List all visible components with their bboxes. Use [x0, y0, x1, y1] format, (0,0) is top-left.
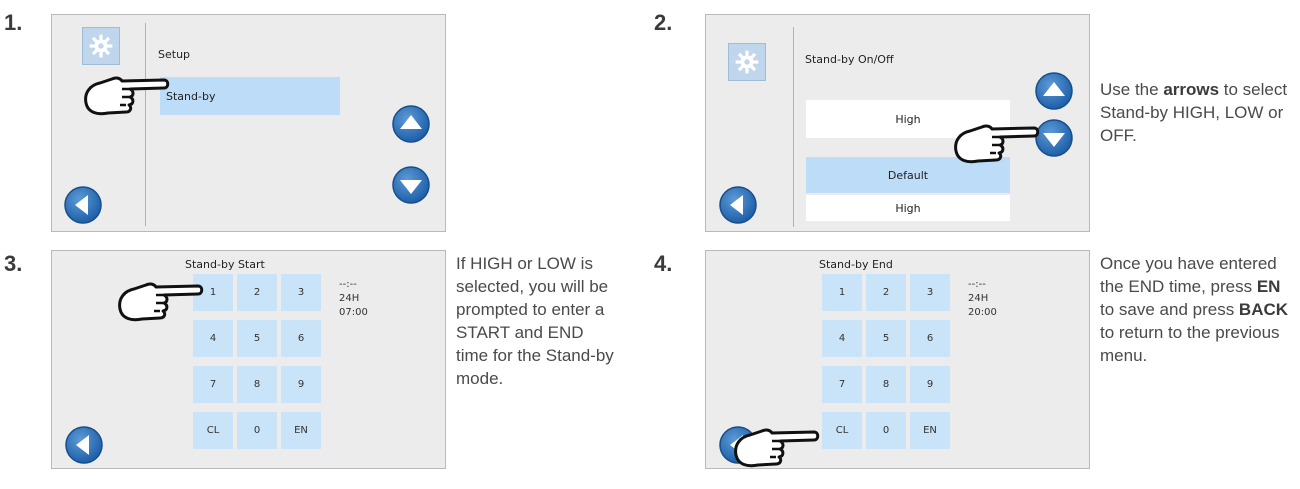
back-arrow-icon[interactable]	[63, 185, 103, 225]
default-value-row: High	[806, 195, 1010, 221]
keypad-key[interactable]: 0	[237, 412, 277, 449]
divider	[145, 23, 146, 226]
desc-text: to save and press	[1100, 300, 1239, 319]
screen-setup: Setup Stand-by	[51, 14, 446, 232]
arrow-down-icon[interactable]	[1034, 118, 1074, 158]
time-display: --:-- 24H 07:00	[339, 278, 368, 320]
back-arrow-icon[interactable]	[64, 425, 104, 465]
time-value: 20:00	[968, 307, 997, 318]
pointing-hand-icon	[80, 63, 170, 123]
step-number: 1.	[4, 10, 23, 35]
keypad-key[interactable]: 6	[910, 320, 950, 357]
keypad-key[interactable]: 8	[866, 366, 906, 403]
desc-text: Use the	[1100, 80, 1164, 99]
menu-item-label: Stand-by	[166, 89, 216, 103]
keypad-key[interactable]: EN	[910, 412, 950, 449]
step-number: 2.	[654, 10, 673, 35]
desc-text: to return to the previous menu.	[1100, 323, 1280, 365]
keypad-key[interactable]: 6	[281, 320, 321, 357]
menu-heading: Setup	[158, 48, 191, 61]
keypad-key[interactable]: 9	[281, 366, 321, 403]
step2-description: Use the arrows to select Stand-by HIGH, …	[1100, 78, 1296, 147]
keypad-key[interactable]: 5	[237, 320, 277, 357]
arrow-down-icon[interactable]	[391, 165, 431, 205]
pointing-hand-icon	[950, 111, 1040, 171]
keypad-key[interactable]: 2	[866, 274, 906, 311]
keypad-key[interactable]: CL	[193, 412, 233, 449]
time-placeholder: --:--	[339, 279, 357, 290]
keypad-key[interactable]: 4	[822, 320, 862, 357]
time-display: --:-- 24H 20:00	[968, 278, 997, 320]
keypad-key[interactable]: 3	[281, 274, 321, 311]
back-arrow-icon[interactable]	[718, 185, 758, 225]
value-label: High	[895, 112, 921, 126]
keypad-key[interactable]: 8	[237, 366, 277, 403]
menu-item-standby[interactable]: Stand-by	[160, 77, 340, 115]
keypad-key[interactable]: 5	[866, 320, 906, 357]
step4-description: Once you have entered the END time, pres…	[1100, 252, 1290, 367]
menu-heading: Stand-by On/Off	[805, 53, 894, 66]
screen-standby-onoff: Stand-by On/Off High Default High	[705, 14, 1090, 232]
time-placeholder: --:--	[968, 279, 986, 290]
screen-standby-start: Stand-by Start 1 2 3 4 5 6 7 8 9 CL 0 EN --:-- 24H …	[51, 250, 446, 469]
desc-bold-back: BACK	[1238, 300, 1289, 319]
keypad-key[interactable]: CL	[822, 412, 862, 449]
divider	[793, 27, 794, 227]
keypad-key[interactable]: 0	[866, 412, 906, 449]
pointing-hand-icon	[730, 415, 820, 469]
time-format: 24H	[339, 293, 360, 304]
pointing-hand-icon	[114, 269, 204, 329]
step-number: 4.	[654, 251, 673, 276]
keypad-key[interactable]: 3	[910, 274, 950, 311]
desc-bold-arrows: arrows	[1163, 80, 1220, 99]
default-value: High	[895, 201, 921, 215]
desc-text: Once you have entered the END time, pres…	[1100, 254, 1277, 296]
arrow-up-icon[interactable]	[391, 104, 431, 144]
step3-description: If HIGH or LOW is selected, you will be …	[456, 254, 614, 388]
screen-standby-end: Stand-by End 1 2 3 4 5 6 7 8 9 CL 0 EN --:-- 24H 20…	[705, 250, 1090, 469]
gear-icon	[728, 43, 766, 81]
keypad-heading: Stand-by End	[819, 258, 893, 271]
time-value: 07:00	[339, 307, 368, 318]
time-format: 24H	[968, 293, 989, 304]
keypad-key[interactable]: 7	[822, 366, 862, 403]
default-label: Default	[887, 168, 929, 182]
arrow-up-icon[interactable]	[1034, 71, 1074, 111]
gear-icon	[82, 27, 120, 65]
keypad-key[interactable]: EN	[281, 412, 321, 449]
keypad-key[interactable]: 1	[822, 274, 862, 311]
desc-bold-en: EN	[1256, 277, 1281, 296]
keypad-key[interactable]: 7	[193, 366, 233, 403]
keypad-key[interactable]: 9	[910, 366, 950, 403]
keypad-key[interactable]: 2	[237, 274, 277, 311]
step-number: 3.	[4, 251, 23, 276]
